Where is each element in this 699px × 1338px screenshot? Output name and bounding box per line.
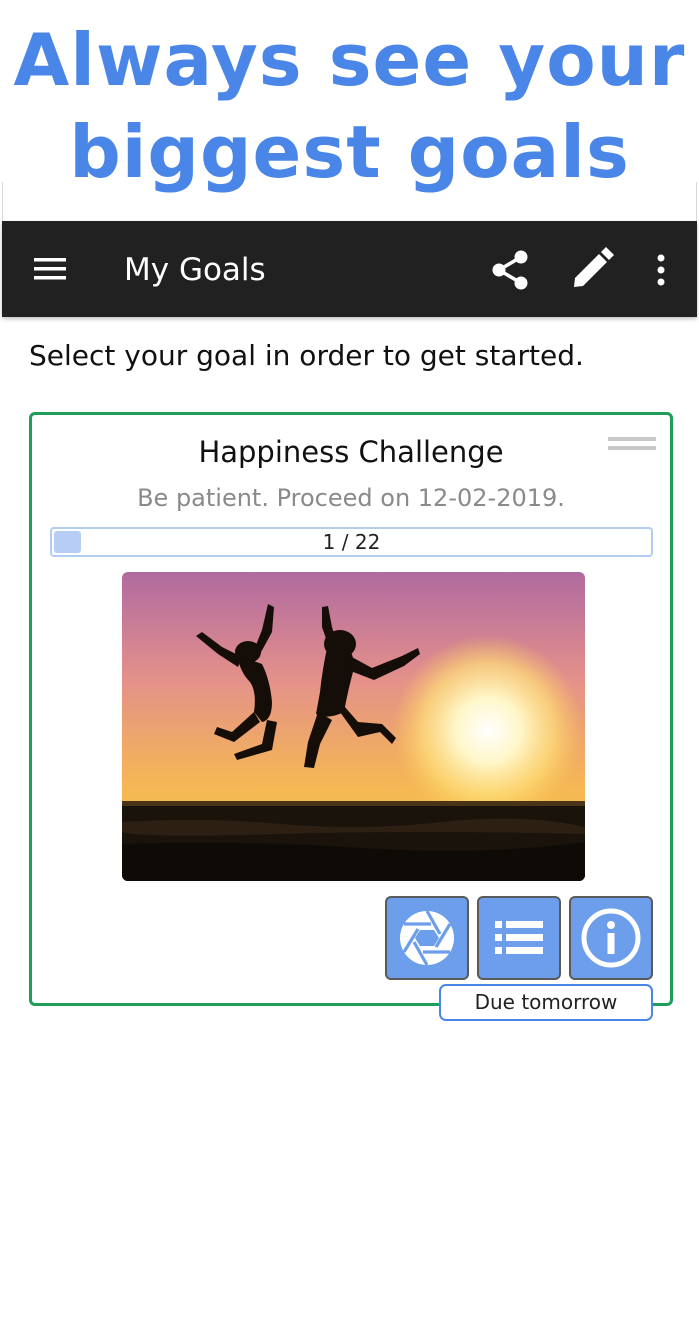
device-frame-edge bbox=[2, 182, 697, 222]
goal-progress-label: 1 / 22 bbox=[322, 530, 381, 554]
info-icon[interactable] bbox=[569, 896, 653, 980]
camera-aperture-icon[interactable] bbox=[385, 896, 469, 980]
promo-banner: Always see your biggest goals bbox=[0, 0, 699, 188]
share-icon[interactable] bbox=[486, 245, 536, 295]
goal-card[interactable]: Happiness Challenge Be patient. Proceed … bbox=[29, 412, 673, 1006]
goal-photo[interactable] bbox=[122, 572, 585, 881]
edit-pencil-icon[interactable] bbox=[566, 245, 616, 295]
page-title: My Goals bbox=[124, 252, 266, 288]
goal-progress-bar: 1 / 22 bbox=[50, 527, 653, 557]
app-bar: My Goals bbox=[2, 221, 697, 317]
due-badge: Due tomorrow bbox=[439, 984, 653, 1021]
more-vert-icon[interactable] bbox=[644, 245, 684, 295]
promo-headline-line-1: Always see your bbox=[13, 18, 686, 102]
menu-icon[interactable] bbox=[24, 247, 72, 291]
goal-status-text: Be patient. Proceed on 12-02-2019. bbox=[137, 484, 565, 512]
list-icon[interactable] bbox=[477, 896, 561, 980]
promo-headline-line-2: biggest goals bbox=[69, 110, 630, 194]
goal-title: Happiness Challenge bbox=[198, 435, 504, 469]
intro-text: Select your goal in order to get started… bbox=[29, 339, 584, 372]
